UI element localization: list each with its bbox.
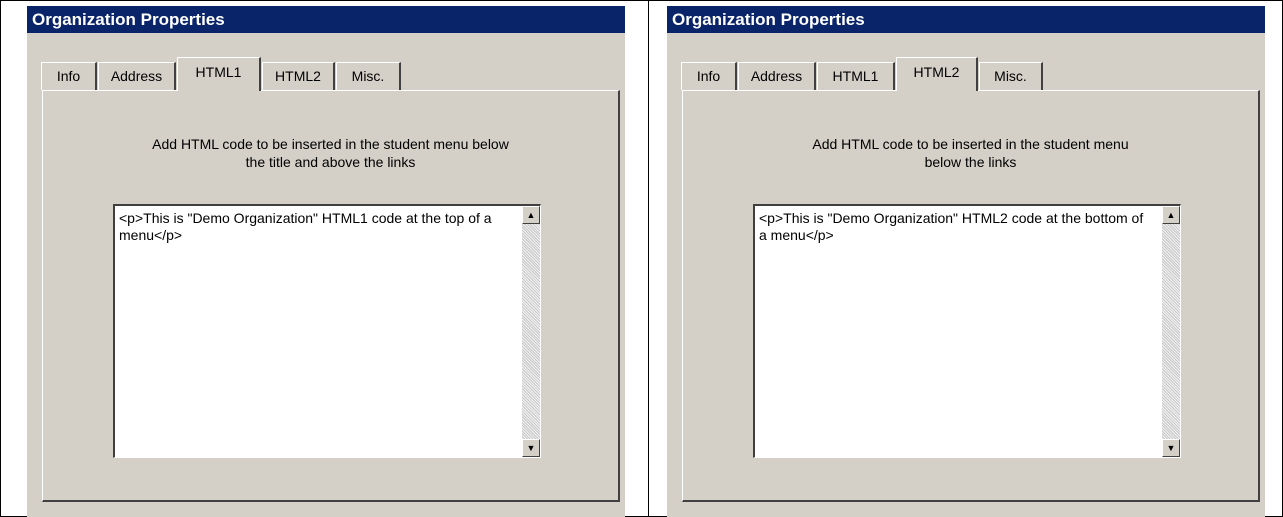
instruction-line-2: below the links xyxy=(924,154,1017,170)
scroll-down-arrow-icon[interactable]: ▼ xyxy=(1162,439,1180,457)
vertical-scrollbar[interactable]: ▲ ▼ xyxy=(1162,206,1180,457)
scroll-down-arrow-icon[interactable]: ▼ xyxy=(522,439,540,457)
scroll-up-arrow-icon[interactable]: ▲ xyxy=(522,206,540,224)
instruction-text: Add HTML code to be inserted in the stud… xyxy=(683,135,1258,171)
tab-page-html1: Add HTML code to be inserted in the stud… xyxy=(42,90,620,502)
tab-html1[interactable]: HTML1 xyxy=(817,62,895,90)
html-code-textarea[interactable]: <p>This is "Demo Organization" HTML2 cod… xyxy=(753,204,1181,458)
html-code-value[interactable]: <p>This is "Demo Organization" HTML2 cod… xyxy=(759,210,1147,244)
tab-html2[interactable]: HTML2 xyxy=(896,57,978,91)
instruction-text: Add HTML code to be inserted in the stud… xyxy=(43,135,618,171)
tab-address[interactable]: Address xyxy=(98,62,176,90)
dialog-title: Organization Properties xyxy=(27,6,625,33)
tab-page-html2: Add HTML code to be inserted in the stud… xyxy=(682,90,1260,502)
tab-address[interactable]: Address xyxy=(738,62,816,90)
tab-misc[interactable]: Misc. xyxy=(979,62,1043,90)
dialog-title: Organization Properties xyxy=(667,6,1265,33)
html-code-value[interactable]: <p>This is "Demo Organization" HTML1 cod… xyxy=(119,210,507,244)
html-code-textarea[interactable]: <p>This is "Demo Organization" HTML1 cod… xyxy=(113,204,541,458)
tab-info[interactable]: Info xyxy=(41,62,97,90)
instruction-line-2: the title and above the links xyxy=(245,154,416,170)
organization-properties-dialog-html2: Organization Properties Info Address HTM… xyxy=(667,6,1265,517)
scroll-up-arrow-icon[interactable]: ▲ xyxy=(1162,206,1180,224)
tab-html1[interactable]: HTML1 xyxy=(177,57,261,91)
tab-html2[interactable]: HTML2 xyxy=(262,62,335,90)
vertical-scrollbar[interactable]: ▲ ▼ xyxy=(522,206,540,457)
panel-divider xyxy=(648,0,649,517)
instruction-line-1: Add HTML code to be inserted in the stud… xyxy=(812,136,1129,152)
organization-properties-dialog-html1: Organization Properties Info Address HTM… xyxy=(27,6,625,517)
tab-info[interactable]: Info xyxy=(681,62,737,90)
instruction-line-1: Add HTML code to be inserted in the stud… xyxy=(152,136,509,152)
tab-misc[interactable]: Misc. xyxy=(336,62,401,90)
